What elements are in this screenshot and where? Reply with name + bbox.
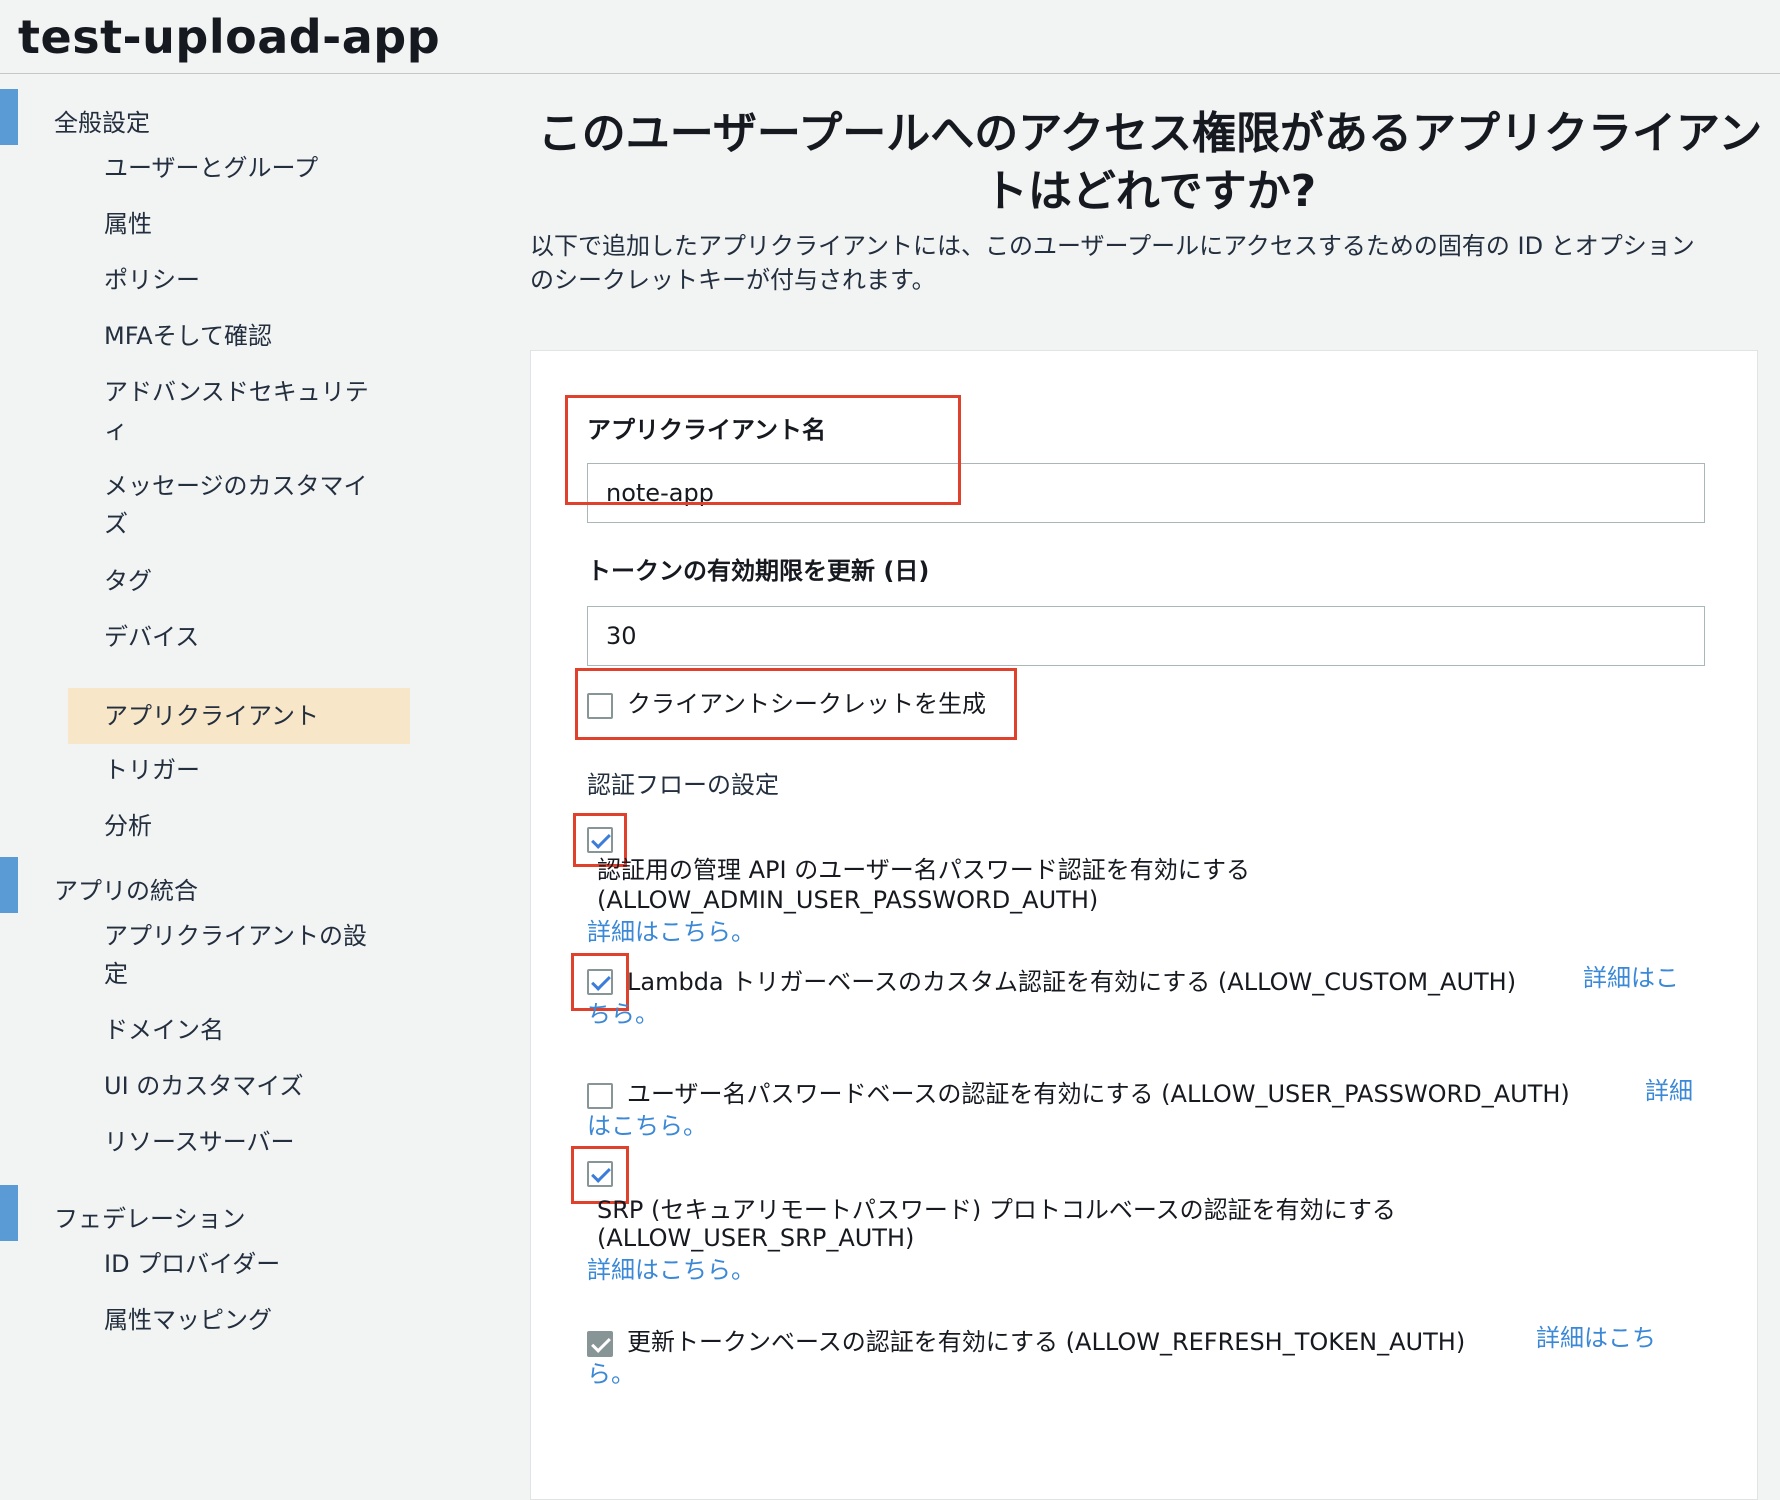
admin-user-password-auth-label: 認証用の管理 API のユーザー名パスワード認証を有効にする	[597, 856, 1250, 884]
user-srp-auth-code: (ALLOW_USER_SRP_AUTH)	[597, 1224, 915, 1252]
learn-more-link[interactable]: ちら。	[587, 999, 659, 1029]
page-description-line1: 以下で追加したアプリクライアントには、このユーザープールにアクセスするための固有…	[530, 232, 1695, 260]
sidebar-item-analytics[interactable]: 分析	[104, 807, 404, 845]
section-accent-bar	[0, 857, 18, 913]
admin-user-password-auth-code: (ALLOW_ADMIN_USER_PASSWORD_AUTH)	[597, 886, 1099, 914]
sidebar-section-federation[interactable]: フェデレーション	[0, 1185, 420, 1241]
page-title: このユーザープールへのアクセス権限があるアプリクライアン トはどれですか?	[530, 105, 1770, 221]
sidebar-item-message-customization[interactable]: メッセージのカスタマイ	[104, 467, 404, 505]
sidebar-item-attributes[interactable]: 属性	[104, 205, 404, 243]
refresh-token-auth-label: 更新トークンベースの認証を有効にする (ALLOW_REFRESH_TOKEN_…	[627, 1328, 1466, 1356]
sidebar-item-advanced-security-cont[interactable]: ィ	[104, 411, 404, 449]
main-content: このユーザープールへのアクセス権限があるアプリクライアン トはどれですか? 以下…	[530, 75, 1770, 1500]
custom-auth-label: Lambda トリガーベースのカスタム認証を有効にする (ALLOW_CUSTO…	[627, 968, 1517, 996]
learn-more-link[interactable]: 詳細	[1645, 1076, 1693, 1106]
sidebar-item-domain-name[interactable]: ドメイン名	[104, 1011, 404, 1049]
sidebar-item-message-customization-cont[interactable]: ズ	[104, 505, 404, 543]
sidebar-item-resource-servers[interactable]: リソースサーバー	[104, 1123, 404, 1161]
auth-flow-settings-label: 認証フローの設定	[587, 771, 779, 799]
learn-more-link[interactable]: 詳細はこちら。	[587, 1255, 755, 1285]
learn-more-link[interactable]: 詳細はこちら。	[587, 917, 755, 947]
generate-secret-label: クライアントシークレットを生成	[627, 690, 987, 718]
sidebar: 全般設定 ユーザーとグループ 属性 ポリシー MFAそして確認 アドバンスドセキ…	[0, 75, 420, 1478]
app-client-form-card: アプリクライアント名 note-app トークンの有効期限を更新 (日) 30 …	[530, 350, 1758, 1500]
sidebar-item-devices[interactable]: デバイス	[104, 618, 404, 656]
learn-more-link[interactable]: ら。	[587, 1359, 635, 1389]
sidebar-item-policies[interactable]: ポリシー	[104, 261, 404, 299]
user-srp-auth-label: SRP (セキュアリモートパスワード) プロトコルベースの認証を有効にする	[597, 1196, 1396, 1224]
sidebar-section-label: アプリの統合	[54, 877, 198, 905]
app-client-name-input[interactable]: note-app	[587, 463, 1705, 523]
sidebar-item-tags[interactable]: タグ	[104, 562, 404, 600]
admin-user-password-auth-checkbox[interactable]	[587, 827, 613, 853]
sidebar-item-mfa[interactable]: MFAそして確認	[104, 317, 404, 355]
sidebar-item-advanced-security[interactable]: アドバンスドセキュリテ	[104, 373, 404, 411]
sidebar-item-app-client-settings[interactable]: アプリクライアントの設	[104, 917, 404, 955]
sidebar-item-app-clients[interactable]: アプリクライアント	[68, 688, 410, 744]
header: test-upload-app	[0, 0, 1780, 74]
breadcrumb	[18, 0, 718, 6]
sidebar-item-users-groups[interactable]: ユーザーとグループ	[104, 149, 404, 187]
sidebar-item-ui-customization[interactable]: UI のカスタマイズ	[104, 1067, 404, 1105]
generate-secret-checkbox[interactable]	[587, 693, 613, 719]
custom-auth-checkbox[interactable]	[587, 969, 613, 995]
sidebar-section-label: フェデレーション	[54, 1205, 246, 1233]
sidebar-item-attribute-mapping[interactable]: 属性マッピング	[104, 1301, 404, 1339]
user-password-auth-checkbox[interactable]	[587, 1083, 613, 1109]
token-expiry-label: トークンの有効期限を更新 (日)	[587, 557, 930, 585]
refresh-token-auth-checkbox	[587, 1331, 613, 1357]
page-description: 以下で追加したアプリクライアントには、このユーザープールにアクセスするための固有…	[530, 229, 1760, 297]
sidebar-section-general[interactable]: 全般設定	[0, 89, 420, 145]
sidebar-section-label: 全般設定	[54, 109, 150, 137]
learn-more-link[interactable]: はこちら。	[587, 1111, 707, 1141]
app-client-name-label: アプリクライアント名	[587, 416, 827, 444]
section-accent-bar	[0, 89, 18, 145]
learn-more-link[interactable]: 詳細はこち	[1536, 1323, 1656, 1353]
page-description-line2: のシークレットキーが付与されます。	[530, 266, 936, 294]
learn-more-link[interactable]: 詳細はこ	[1583, 963, 1679, 993]
page-title-line1: このユーザープールへのアクセス権限があるアプリクライアン	[537, 108, 1763, 159]
sidebar-item-identity-providers[interactable]: ID プロバイダー	[104, 1245, 404, 1283]
user-srp-auth-checkbox[interactable]	[587, 1161, 613, 1187]
token-expiry-input[interactable]: 30	[587, 606, 1705, 666]
user-password-auth-label: ユーザー名パスワードベースの認証を有効にする (ALLOW_USER_PASSW…	[627, 1080, 1570, 1108]
sidebar-item-app-client-settings-cont[interactable]: 定	[104, 955, 404, 993]
sidebar-item-triggers[interactable]: トリガー	[104, 751, 404, 789]
page-title-line2: トはどれですか?	[983, 166, 1317, 217]
section-accent-bar	[0, 1185, 18, 1241]
sidebar-section-integration[interactable]: アプリの統合	[0, 857, 420, 913]
app-title: test-upload-app	[18, 10, 441, 64]
